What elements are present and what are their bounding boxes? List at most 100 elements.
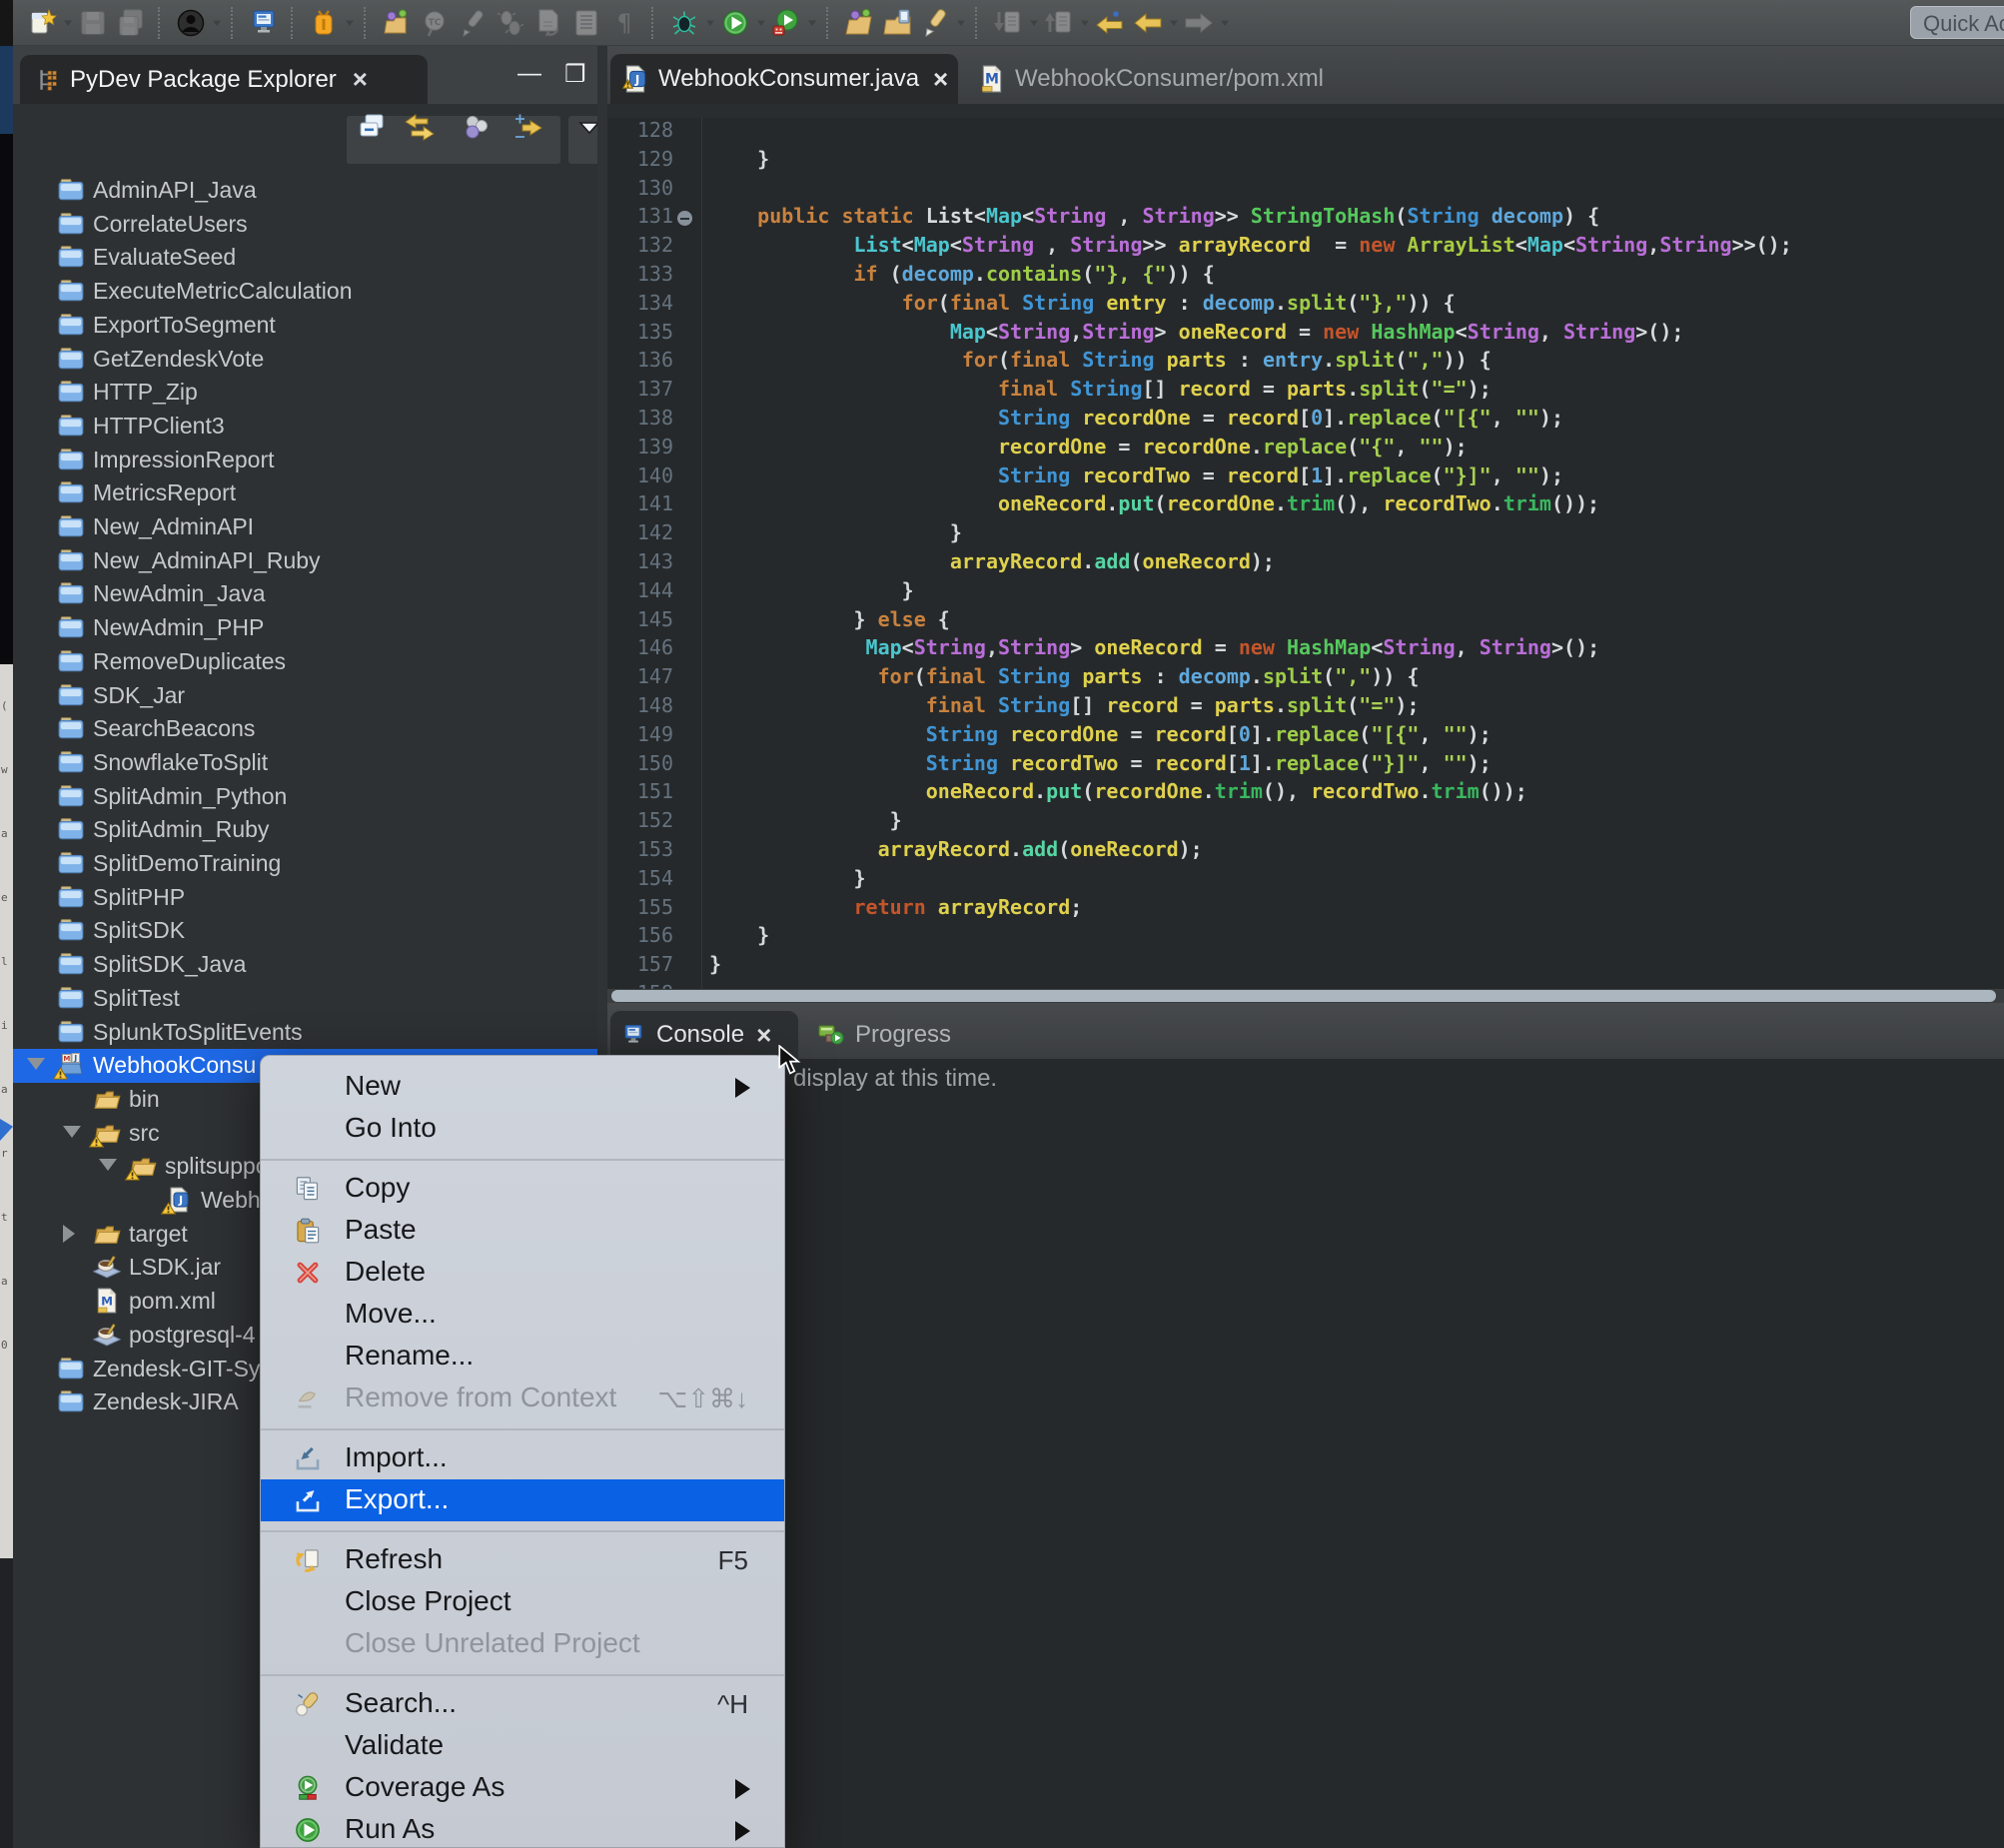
tree-item-adminapi-java[interactable]: AdminAPI_Java (13, 174, 597, 208)
tree-item-splitdemotraining[interactable]: SplitDemoTraining (13, 847, 597, 881)
line-number: 131 (607, 204, 673, 228)
tree-item-exporttosegment[interactable]: ExportToSegment (13, 309, 597, 343)
tab-pydev-package-explorer[interactable]: PyDev Package Explorer × (20, 55, 428, 104)
tab-console[interactable]: Console × (610, 1011, 798, 1059)
run-dropdown-icon[interactable] (754, 6, 767, 40)
tree-item-splitphp[interactable]: SplitPHP (13, 881, 597, 915)
menu-item-copy[interactable]: Copy (261, 1168, 784, 1210)
code-area[interactable]: 128129 }130131 public static List<Map<St… (607, 118, 2004, 989)
expand-arrow-icon[interactable] (63, 1225, 75, 1243)
tree-item-splitadmin-python[interactable]: SplitAdmin_Python (13, 780, 597, 814)
menu-item-rename[interactable]: Rename... (261, 1336, 784, 1378)
minimize-view-icon[interactable]: — (517, 60, 541, 88)
tree-item-snowflaketosplit[interactable]: SnowflakeToSplit (13, 746, 597, 780)
open-folder-balls-icon[interactable] (842, 6, 876, 40)
collapse-arrow-icon[interactable] (27, 1058, 45, 1070)
tree-item-metricsreport[interactable]: MetricsReport (13, 476, 597, 510)
back-dropdown-icon[interactable] (1167, 6, 1180, 40)
bug-dark-dropdown-icon[interactable] (703, 6, 716, 40)
menu-item-import[interactable]: Import... (261, 1437, 784, 1479)
spheres-icon[interactable] (459, 111, 493, 145)
collapse-all-icon[interactable] (355, 111, 389, 145)
folder-blue-icon (57, 479, 85, 505)
tree-item-label: ExportToSegment (93, 312, 276, 339)
menu-item-validate[interactable]: Validate (261, 1725, 784, 1767)
tab-pom-xml[interactable]: M WebhookConsumer/pom.xml (979, 54, 1324, 104)
checkstyle-dropdown-icon[interactable] (343, 6, 356, 40)
menu-item-go-into[interactable]: Go Into (261, 1108, 784, 1150)
horizontal-scrollbar[interactable] (607, 989, 2004, 1003)
tree-item-correlateusers[interactable]: CorrelateUsers (13, 208, 597, 242)
tab-webhookconsumer-java[interactable]: J WebhookConsumer.java × (610, 54, 958, 104)
tree-item-removeduplicates[interactable]: RemoveDuplicates (13, 645, 597, 679)
tab-progress[interactable]: Progress (817, 1011, 951, 1059)
menu-item-close-project[interactable]: Close Project (261, 1581, 784, 1623)
menu-item-coverage-as[interactable]: Coverage As (261, 1767, 784, 1809)
link-editor-icon[interactable] (403, 111, 437, 145)
tree-item-splitsdk-java[interactable]: SplitSDK_Java (13, 948, 597, 982)
tree-item-label: WebhookConsu (93, 1052, 256, 1079)
bug-dark-icon[interactable] (667, 6, 701, 40)
folder-clipboard-icon[interactable] (880, 6, 914, 40)
tree-item-sdk-jar[interactable]: SDK_Jar (13, 679, 597, 713)
menu-item-new[interactable]: New (261, 1066, 784, 1108)
scrollbar-thumb[interactable] (611, 990, 1996, 1002)
toolbar-separator (291, 7, 297, 39)
profile-icon[interactable] (769, 6, 803, 40)
run-icon[interactable] (718, 6, 752, 40)
tree-item-new-adminapi[interactable]: New_AdminAPI (13, 510, 597, 544)
tree-item-label: HTTP_Zip (93, 379, 198, 406)
code-line-156: 156 } (607, 923, 2004, 952)
focus-icon[interactable] (510, 111, 544, 145)
line-number: 138 (607, 406, 673, 430)
tree-item-http-zip[interactable]: HTTP_Zip (13, 376, 597, 410)
quick-access-field[interactable]: Quick Ac (1910, 6, 2004, 39)
collapse-arrow-icon[interactable] (99, 1159, 117, 1171)
back-star-icon[interactable] (1093, 6, 1127, 40)
menu-item-search[interactable]: Search...^H (261, 1683, 784, 1725)
svg-text:M: M (101, 1294, 113, 1308)
menu-item-export[interactable]: Export... (261, 1479, 784, 1521)
editor-tab-close-icon[interactable]: × (933, 64, 948, 95)
mouse-cursor (777, 1045, 803, 1075)
tree-item-evaluateseed[interactable]: EvaluateSeed (13, 241, 597, 275)
collapse-arrow-icon[interactable] (63, 1126, 81, 1138)
checkstyle-icon[interactable] (307, 6, 341, 40)
menu-item-delete[interactable]: Delete (261, 1252, 784, 1294)
tree-item-new-adminapi-ruby[interactable]: New_AdminAPI_Ruby (13, 544, 597, 578)
menu-item-paste[interactable]: Paste (261, 1210, 784, 1252)
import-folder-icon[interactable] (380, 6, 414, 40)
tree-item-splitsdk[interactable]: SplitSDK (13, 914, 597, 948)
back-icon[interactable] (1131, 6, 1165, 40)
explorer-tab-close-icon[interactable]: × (353, 64, 368, 95)
tree-item-splitadmin-ruby[interactable]: SplitAdmin_Ruby (13, 813, 597, 847)
tree-item-splunktosplitevents[interactable]: SplunkToSplitEvents (13, 1016, 597, 1050)
menu-item-refresh[interactable]: RefreshF5 (261, 1539, 784, 1581)
fold-marker-icon[interactable] (677, 211, 692, 226)
menu-item-run-as[interactable]: Run As (261, 1809, 784, 1848)
console-tab-close-icon[interactable]: × (756, 1020, 771, 1051)
editor-tab2-label: WebhookConsumer/pom.xml (1015, 65, 1324, 93)
account-dropdown-icon[interactable] (210, 6, 223, 40)
code-line-131: 131 public static List<Map<String , Stri… (607, 204, 2004, 233)
marker-dropdown-icon[interactable] (954, 6, 967, 40)
console-view-icon[interactable] (247, 6, 281, 40)
tree-item-executemetriccalculation[interactable]: ExecuteMetricCalculation (13, 275, 597, 309)
tree-item-searchbeacons[interactable]: SearchBeacons (13, 712, 597, 746)
marker-icon[interactable] (918, 6, 952, 40)
tree-item-newadmin-php[interactable]: NewAdmin_PHP (13, 611, 597, 645)
new-wizard-dropdown-icon[interactable] (61, 6, 74, 40)
menu-item-move[interactable]: Move... (261, 1294, 784, 1336)
tree-item-newadmin-java[interactable]: NewAdmin_Java (13, 577, 597, 611)
tree-item-splittest[interactable]: SplitTest (13, 982, 597, 1016)
tree-item-label: SplitAdmin_Ruby (93, 816, 269, 843)
maximize-view-icon[interactable]: ❒ (564, 60, 586, 89)
account-icon[interactable] (174, 6, 208, 40)
tree-item-getzendeskvote[interactable]: GetZendeskVote (13, 343, 597, 377)
profile-dropdown-icon[interactable] (805, 6, 818, 40)
menu-shortcut: F5 (718, 1545, 748, 1576)
new-wizard-icon[interactable] (25, 6, 59, 40)
tree-item-impressionreport[interactable]: ImpressionReport (13, 444, 597, 477)
tree-item-httpclient3[interactable]: HTTPClient3 (13, 410, 597, 444)
background-text-fragment: e (1, 891, 8, 904)
